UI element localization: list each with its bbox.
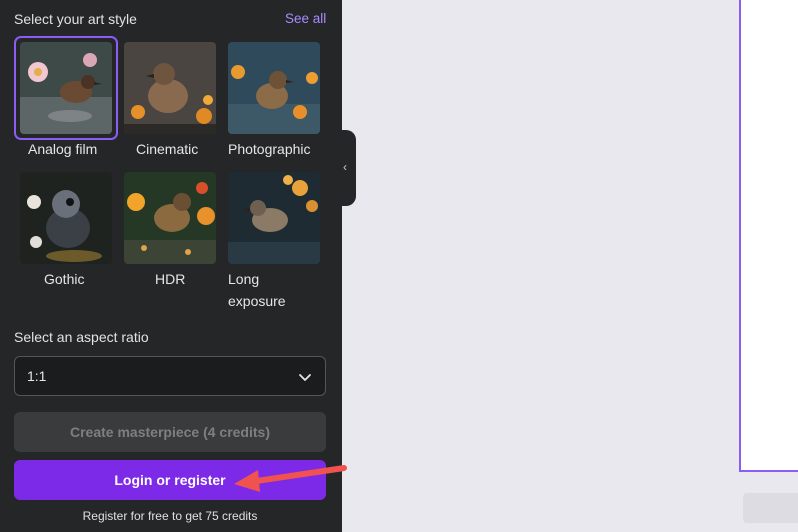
style-thumbnail-image xyxy=(20,42,112,134)
style-label: Cinematic xyxy=(136,141,199,157)
style-label: Long exposure xyxy=(228,271,286,309)
style-label: Photographic xyxy=(228,141,311,157)
canvas-bottom-control[interactable] xyxy=(743,493,798,523)
style-label: Analog film xyxy=(28,141,98,157)
chevron-down-icon xyxy=(299,374,311,381)
art-style-heading: Select your art style xyxy=(14,11,137,27)
see-all-link[interactable]: See all xyxy=(285,11,326,26)
login-register-button[interactable]: Login or register xyxy=(14,460,326,500)
collapse-panel-handle[interactable]: ‹ xyxy=(340,130,356,206)
style-thumbnail-image xyxy=(228,172,320,264)
style-thumbnail-image xyxy=(124,42,216,134)
chevron-left-icon: ‹ xyxy=(343,160,347,174)
credits-note: Register for free to get 75 credits xyxy=(82,509,258,523)
aspect-ratio-dropdown[interactable]: 1:1 xyxy=(14,356,326,396)
design-canvas-page[interactable] xyxy=(739,0,798,472)
aspect-ratio-value: 1:1 xyxy=(27,368,47,384)
aspect-ratio-heading: Select an aspect ratio xyxy=(14,329,149,345)
style-label: Gothic xyxy=(44,271,85,287)
create-masterpiece-button[interactable]: Create masterpiece (4 credits) xyxy=(14,412,326,452)
style-thumbnail-image xyxy=(124,172,216,264)
art-generator-panel: Select your art style See all Analog fil… xyxy=(0,0,342,532)
style-thumbnail-image xyxy=(20,172,112,264)
style-thumbnail-image xyxy=(228,42,320,134)
style-label: HDR xyxy=(155,271,186,287)
